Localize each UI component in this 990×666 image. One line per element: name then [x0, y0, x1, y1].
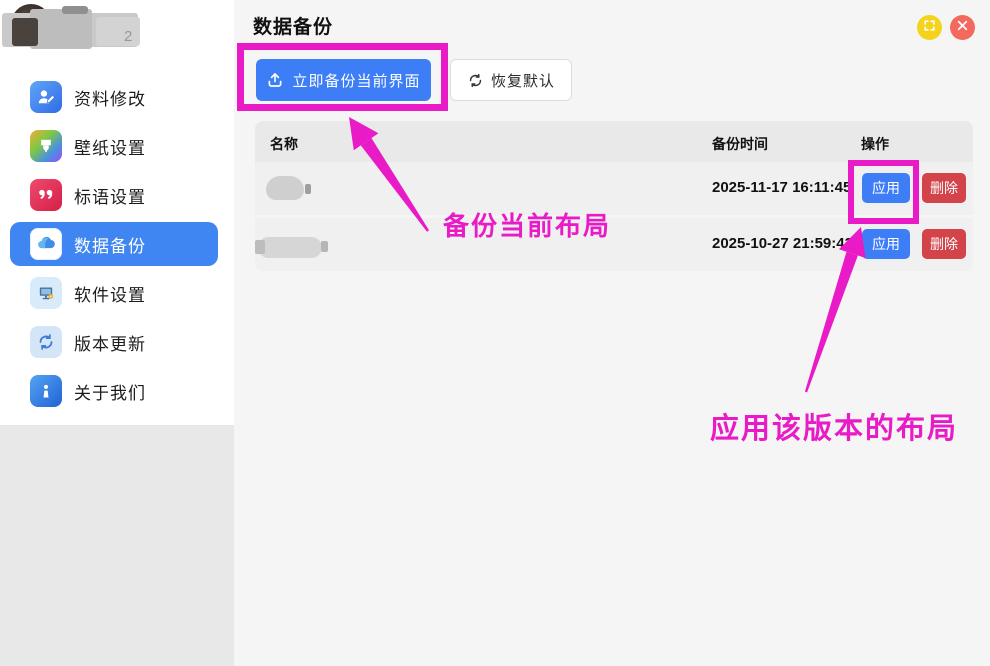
backup-now-label: 立即备份当前界面	[292, 70, 420, 91]
table-row: 2025-10-27 21:59:43 应用 删除	[255, 218, 973, 271]
redacted-username	[62, 6, 88, 14]
restore-default-button[interactable]: 恢复默认	[450, 59, 572, 101]
redacted-username	[96, 17, 140, 46]
sidebar-item-label: 数据备份	[74, 232, 146, 257]
maximize-icon	[923, 19, 936, 37]
sidebar-panel: 2 资料修改	[0, 0, 234, 425]
page-title: 数据备份	[253, 12, 333, 39]
table-header: 名称 备份时间 操作	[255, 121, 973, 162]
redacted-username	[30, 9, 92, 49]
sidebar-item-label: 标语设置	[74, 183, 146, 208]
profile-edit-icon	[30, 81, 62, 113]
data-backup-icon	[30, 228, 62, 260]
version-update-icon	[30, 326, 62, 358]
sidebar-item-label: 资料修改	[74, 85, 146, 110]
backup-now-button[interactable]: 立即备份当前界面	[256, 59, 431, 101]
sidebar-item-version-update[interactable]: 版本更新	[10, 320, 218, 364]
sidebar-item-slogan[interactable]: 标语设置	[10, 173, 218, 217]
sidebar-item-profile-edit[interactable]: 资料修改	[10, 75, 218, 119]
slogan-settings-icon	[30, 179, 62, 211]
software-settings-icon	[30, 277, 62, 309]
main-panel: 数据备份 立即备份当前界面	[234, 0, 990, 666]
user-badge: 2	[124, 28, 132, 45]
sidebar-item-data-backup[interactable]: 数据备份	[10, 222, 218, 266]
upload-icon	[266, 71, 284, 89]
delete-button[interactable]: 删除	[922, 173, 966, 203]
sidebar-item-about-us[interactable]: 关于我们	[10, 369, 218, 413]
redacted-backup-name	[321, 241, 328, 252]
close-icon	[956, 19, 969, 37]
redacted-username	[12, 18, 38, 46]
sidebar-item-label: 软件设置	[74, 281, 146, 306]
arrow-to-apply-button-shaft	[805, 252, 858, 393]
redacted-backup-name	[305, 184, 311, 194]
table-row: 2025-11-17 16:11:45 应用 删除	[255, 162, 973, 215]
settings-window: 2 资料修改	[0, 0, 990, 666]
maximize-button[interactable]	[917, 15, 942, 40]
sidebar-item-label: 版本更新	[74, 330, 146, 355]
sidebar-item-software-settings[interactable]: 软件设置	[10, 271, 218, 315]
sidebar-item-label: 关于我们	[74, 379, 146, 404]
sidebar-item-label: 壁纸设置	[74, 134, 146, 159]
column-header-name: 名称	[270, 134, 298, 154]
close-button[interactable]	[950, 15, 975, 40]
column-header-operation: 操作	[861, 134, 889, 154]
redacted-backup-name	[258, 237, 322, 258]
delete-button[interactable]: 删除	[922, 229, 966, 259]
apply-button[interactable]: 应用	[862, 173, 910, 203]
refresh-icon	[467, 72, 484, 89]
annotation-apply-layout: 应用该版本的布局	[710, 405, 958, 447]
column-header-time: 备份时间	[712, 134, 768, 154]
restore-default-label: 恢复默认	[491, 70, 555, 91]
sidebar: 2 资料修改	[0, 0, 234, 666]
redacted-backup-name	[266, 176, 304, 200]
wallpaper-settings-icon	[30, 130, 62, 162]
about-us-icon	[30, 375, 62, 407]
apply-button[interactable]: 应用	[862, 229, 910, 259]
sidebar-item-wallpaper[interactable]: 壁纸设置	[10, 124, 218, 168]
backup-table: 名称 备份时间 操作 2025-11-17 16:11:45 应用 删除 202…	[255, 121, 973, 271]
sidebar-nav: 资料修改 壁纸设置	[0, 75, 234, 418]
redacted-backup-name	[255, 240, 265, 254]
backup-time: 2025-10-27 21:59:43	[712, 235, 853, 252]
backup-time: 2025-11-17 16:11:45	[712, 179, 851, 196]
